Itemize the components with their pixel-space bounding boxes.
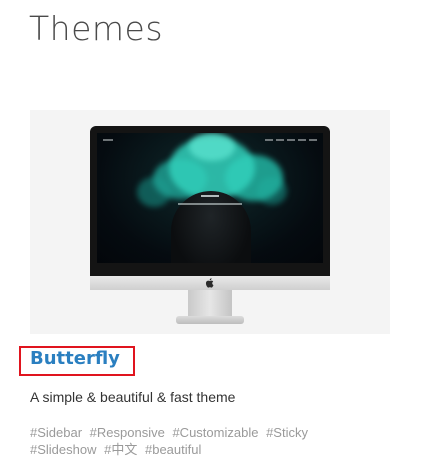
tag-list: #Sidebar #Responsive #Customizable #Stic…	[30, 424, 360, 458]
screen-nav-bar	[103, 137, 317, 142]
screen-subtitle-mark	[178, 203, 242, 205]
screen-nav-link	[298, 138, 306, 141]
theme-description: A simple & beautiful & fast theme	[30, 389, 236, 405]
imac-screen	[97, 133, 323, 263]
screen-title-mark	[201, 195, 219, 197]
screen-nav-link	[287, 138, 295, 141]
screen-nav-link	[276, 138, 284, 141]
apple-logo-icon	[205, 278, 214, 288]
theme-preview-image[interactable]	[30, 110, 390, 334]
tag-link[interactable]: #Slideshow	[30, 441, 97, 458]
imac-chin	[90, 276, 330, 290]
screen-logo-mark	[103, 138, 113, 141]
tag-link[interactable]: #Sticky	[266, 424, 308, 441]
tag-link[interactable]: #Customizable	[172, 424, 258, 441]
tag-link[interactable]: #中文	[104, 441, 137, 458]
theme-name-link[interactable]: Butterfly	[30, 347, 120, 371]
hooded-figure	[171, 191, 251, 263]
screen-nav-link	[309, 138, 317, 141]
screen-nav-links	[265, 138, 317, 141]
imac-monitor	[90, 126, 330, 276]
tag-link[interactable]: #Responsive	[90, 424, 165, 441]
tag-link[interactable]: #beautiful	[145, 441, 201, 458]
tag-link[interactable]: #Sidebar	[30, 424, 82, 441]
imac-stand-neck	[188, 290, 232, 318]
page-title: Themes	[29, 9, 164, 48]
imac-stand-base	[176, 316, 244, 324]
screen-nav-link	[265, 138, 273, 141]
